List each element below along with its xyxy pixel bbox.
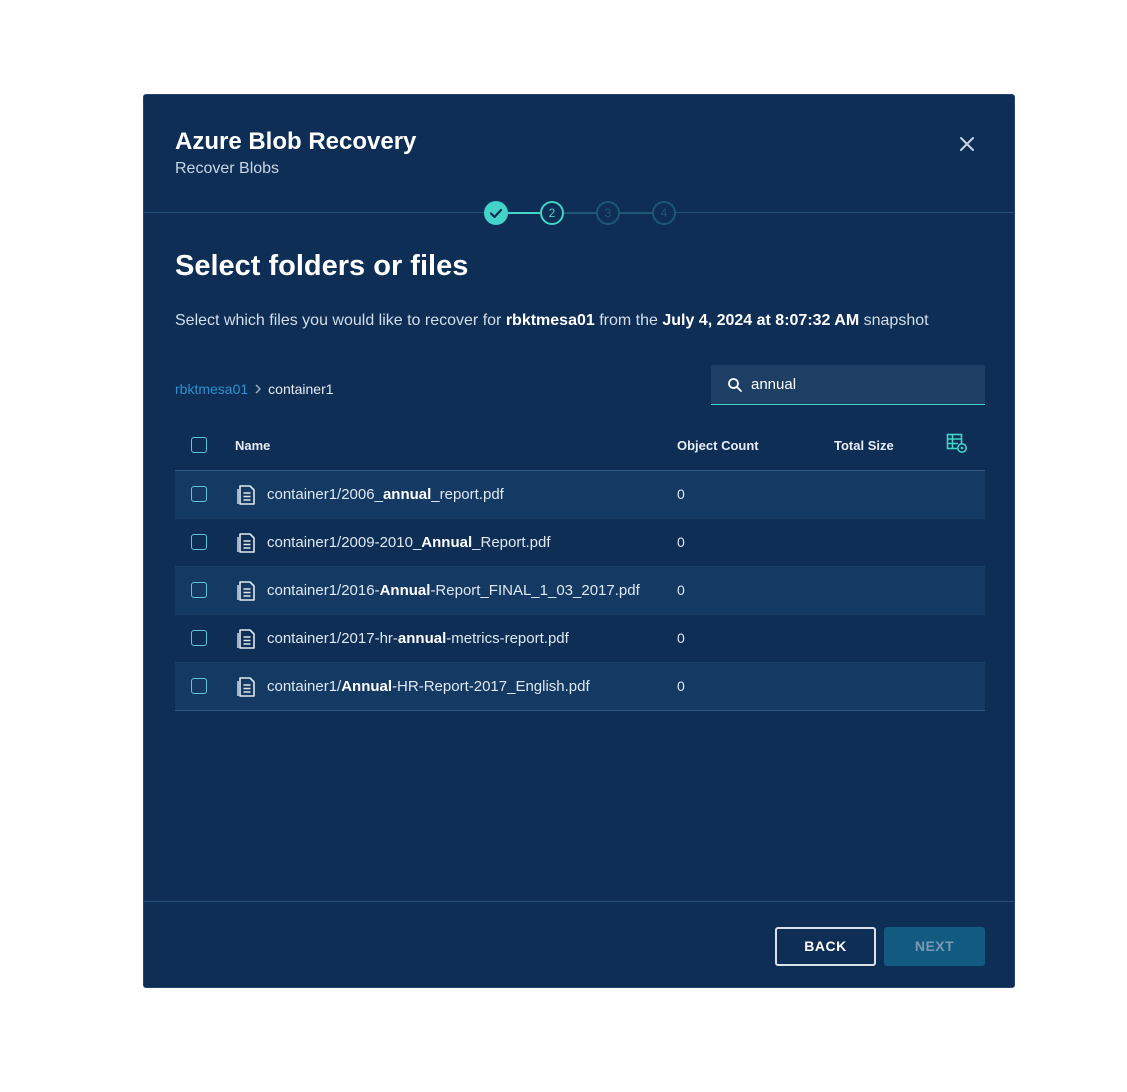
document-icon xyxy=(237,581,255,601)
row-checkbox[interactable] xyxy=(191,630,207,646)
description-suffix: snapshot xyxy=(859,312,929,329)
step-4: 4 xyxy=(652,201,676,225)
description-snapshot: July 4, 2024 at 8:07:32 AM xyxy=(662,312,860,329)
file-name: container1/Annual-HR-Report-2017_English… xyxy=(267,678,590,695)
section-title: Select folders or files xyxy=(175,250,469,282)
footer-divider xyxy=(144,901,1014,902)
object-count: 0 xyxy=(677,582,685,598)
section-description: Select which files you would like to rec… xyxy=(175,312,929,330)
table-header: Name Object Count Total Size xyxy=(175,422,985,471)
row-checkbox[interactable] xyxy=(191,678,207,694)
step-2: 2 xyxy=(540,201,564,225)
row-checkbox[interactable] xyxy=(191,534,207,550)
description-middle: from the xyxy=(594,312,663,329)
table-row[interactable]: container1/2006_annual_report.pdf 0 xyxy=(175,471,985,519)
back-button[interactable]: BACK xyxy=(775,927,876,966)
search-box xyxy=(711,365,985,405)
table-row[interactable]: container1/2017-hr-annual-metrics-report… xyxy=(175,615,985,663)
select-all-checkbox[interactable] xyxy=(191,437,207,453)
recovery-dialog: Azure Blob Recovery Recover Blobs 2 3 4 … xyxy=(143,94,1015,988)
checkmark-icon xyxy=(489,208,503,219)
breadcrumb: rbktmesa01 container1 xyxy=(175,381,334,397)
dialog-subtitle: Recover Blobs xyxy=(175,160,280,177)
search-icon xyxy=(728,378,742,392)
object-count: 0 xyxy=(677,630,685,646)
step-connector xyxy=(508,212,540,214)
table-row[interactable]: container1/2016-Annual-Report_FINAL_1_03… xyxy=(175,567,985,615)
document-icon xyxy=(237,533,255,553)
table-settings-icon xyxy=(946,433,967,453)
breadcrumb-root-link[interactable]: rbktmesa01 xyxy=(175,381,248,397)
close-button[interactable] xyxy=(956,133,978,155)
row-checkbox[interactable] xyxy=(191,486,207,502)
column-header-object-count[interactable]: Object Count xyxy=(677,438,759,453)
file-name: container1/2009-2010_Annual_Report.pdf xyxy=(267,534,551,551)
row-checkbox[interactable] xyxy=(191,582,207,598)
document-icon xyxy=(237,629,255,649)
object-count: 0 xyxy=(677,534,685,550)
table-row[interactable]: container1/2009-2010_Annual_Report.pdf 0 xyxy=(175,519,985,567)
breadcrumb-current: container1 xyxy=(268,381,334,397)
chevron-right-icon xyxy=(254,382,262,397)
object-count: 0 xyxy=(677,678,685,694)
step-3: 3 xyxy=(596,201,620,225)
wizard-stepper: 2 3 4 xyxy=(484,201,678,225)
file-table: Name Object Count Total Size container1/… xyxy=(175,422,985,711)
step-connector xyxy=(564,212,596,214)
search-input[interactable] xyxy=(751,365,971,403)
object-count: 0 xyxy=(677,486,685,502)
file-name: container1/2006_annual_report.pdf xyxy=(267,486,504,503)
file-name: container1/2016-Annual-Report_FINAL_1_03… xyxy=(267,582,640,599)
document-icon xyxy=(237,485,255,505)
file-name: container1/2017-hr-annual-metrics-report… xyxy=(267,630,569,647)
column-settings-button[interactable] xyxy=(946,432,968,459)
description-prefix: Select which files you would like to rec… xyxy=(175,312,506,329)
document-icon xyxy=(237,677,255,697)
column-header-name[interactable]: Name xyxy=(235,438,270,453)
dialog-title: Azure Blob Recovery xyxy=(175,128,417,155)
step-connector xyxy=(620,212,652,214)
table-row[interactable]: container1/Annual-HR-Report-2017_English… xyxy=(175,663,985,711)
close-icon xyxy=(960,137,974,151)
step-1-complete xyxy=(484,201,508,225)
column-header-total-size[interactable]: Total Size xyxy=(834,438,894,453)
description-account: rbktmesa01 xyxy=(505,312,595,329)
next-button[interactable]: NEXT xyxy=(884,927,985,966)
